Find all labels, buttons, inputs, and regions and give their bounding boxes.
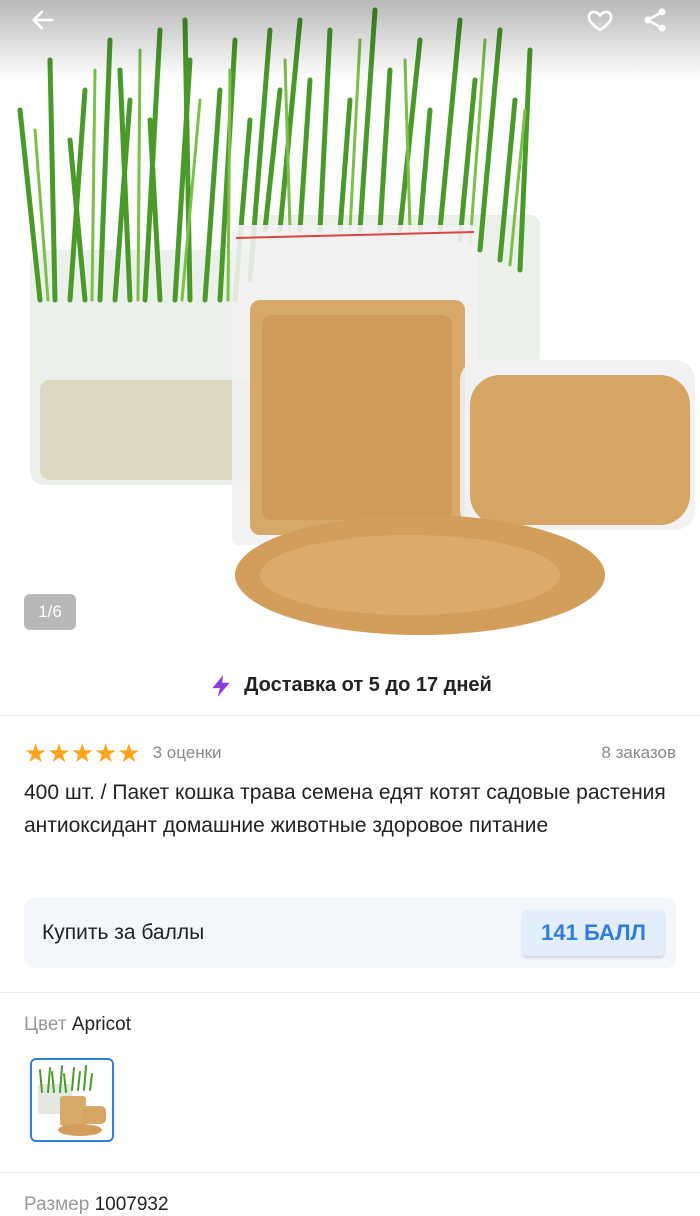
color-value: Apricot — [71, 1014, 131, 1035]
buy-with-points-label: Купить за баллы — [42, 921, 205, 944]
share-icon — [644, 8, 666, 32]
seed-bag-front — [232, 225, 477, 545]
color-option-apricot[interactable] — [30, 1058, 114, 1142]
delivery-text: Доставка от 5 до 17 дней — [244, 674, 492, 696]
size-label-text: Размер — [24, 1194, 90, 1215]
heart-icon — [587, 10, 613, 32]
size-value: 1007932 — [94, 1194, 169, 1215]
color-label: Цвет Apricot — [24, 1014, 131, 1036]
delivery-banner[interactable]: Доставка от 5 до 17 дней — [0, 656, 700, 716]
product-image — [17, 7, 695, 635]
rating-row[interactable]: ★ ★ ★ ★ ★ 3 оценки 8 заказов — [24, 738, 676, 768]
rating-stars: ★ ★ ★ ★ ★ — [24, 740, 141, 766]
color-label-text: Цвет — [24, 1014, 67, 1035]
favorite-button[interactable] — [573, 0, 627, 40]
buy-with-points-panel: Купить за баллы 141 БАЛЛ — [24, 898, 676, 968]
seed-bag-right — [460, 360, 695, 530]
orders-count: 8 заказов — [601, 743, 676, 762]
section-divider — [0, 1172, 700, 1173]
arrow-left-icon — [32, 10, 54, 30]
color-option-thumbnail — [34, 1062, 110, 1138]
points-button[interactable]: 141 БАЛЛ — [523, 910, 664, 956]
back-button[interactable] — [16, 0, 70, 40]
star-icon: ★ — [70, 738, 94, 768]
image-counter: 1/6 — [24, 594, 76, 630]
star-icon: ★ — [117, 738, 141, 768]
star-icon: ★ — [93, 738, 118, 768]
share-button[interactable] — [628, 0, 682, 40]
ratings-count[interactable]: 3 оценки — [153, 743, 222, 763]
size-label: Размер 1007932 — [24, 1194, 169, 1216]
section-divider — [0, 992, 700, 993]
star-icon: ★ — [24, 738, 48, 768]
star-icon: ★ — [47, 738, 71, 768]
product-image-gallery[interactable]: 1/6 — [0, 0, 700, 656]
product-title: 400 шт. / Пакет кошка трава семена едят … — [24, 781, 666, 837]
lightning-icon — [208, 672, 234, 700]
